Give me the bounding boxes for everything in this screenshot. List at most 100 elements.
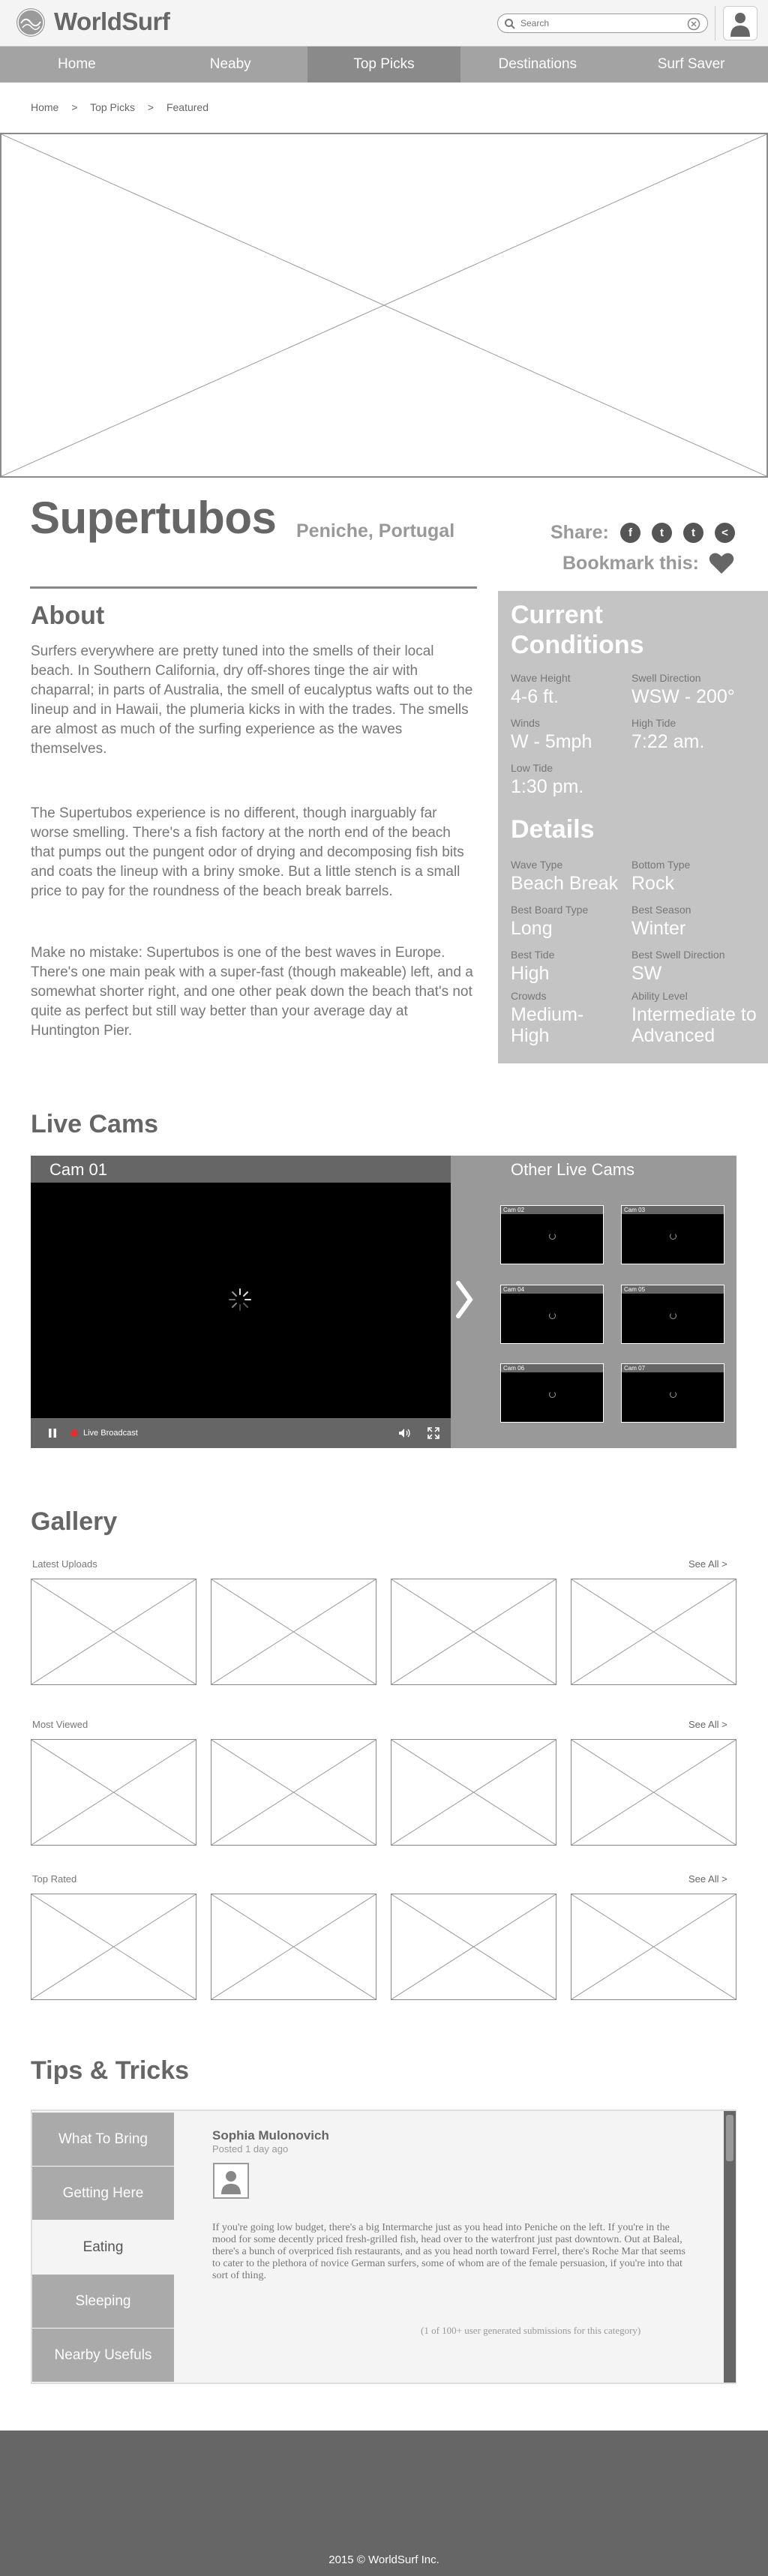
loading-spinner-icon xyxy=(670,1233,676,1240)
bottom-type-value: Rock xyxy=(632,873,674,894)
swell-direction-label: Swell Direction xyxy=(632,672,701,684)
loading-spinner-icon xyxy=(670,1312,676,1319)
main-nav: Home Neaby Top Picks Destinations Surf S… xyxy=(0,46,768,82)
fullscreen-icon[interactable] xyxy=(428,1427,440,1439)
submission-count: (1 of 100+ user generated submissions fo… xyxy=(421,2325,641,2336)
heart-icon[interactable] xyxy=(709,552,734,574)
gallery-section-label: Top Rated xyxy=(32,1873,77,1885)
live-broadcast-label: Live Broadcast xyxy=(83,1429,138,1438)
chevron-right-icon[interactable] xyxy=(455,1281,473,1318)
tab-what-to-bring[interactable]: What To Bring xyxy=(32,2113,174,2166)
loading-spinner-icon xyxy=(549,1233,556,1240)
nav-home[interactable]: Home xyxy=(0,46,154,82)
user-avatar-icon[interactable] xyxy=(723,6,758,40)
high-tide-value: 7:22 am. xyxy=(632,731,705,752)
loading-spinner-icon xyxy=(670,1391,676,1398)
see-all-link[interactable]: See All > xyxy=(688,1719,728,1730)
search-input[interactable] xyxy=(520,17,678,29)
gallery-image[interactable] xyxy=(211,1894,376,2000)
live-cams-heading: Live Cams xyxy=(31,1110,159,1138)
cam-thumbnail[interactable]: Cam 07 xyxy=(621,1363,724,1423)
nav-destinations[interactable]: Destinations xyxy=(460,46,614,82)
tips-heading: Tips & Tricks xyxy=(31,2056,190,2085)
nav-top-picks[interactable]: Top Picks xyxy=(307,46,461,82)
gallery-image[interactable] xyxy=(571,1894,736,2000)
best-swell-value: SW xyxy=(632,963,662,984)
twitter-share-icon[interactable]: t xyxy=(652,523,672,543)
see-all-link[interactable]: See All > xyxy=(688,1873,728,1885)
cam-thumbnail-label: Cam 05 xyxy=(622,1285,724,1294)
loading-spinner-icon xyxy=(549,1312,556,1319)
breadcrumb-top-picks[interactable]: Top Picks xyxy=(90,101,135,113)
tab-nearby-usefuls[interactable]: Nearby Usefuls xyxy=(32,2329,174,2382)
tips-scrollbar-thumb[interactable] xyxy=(726,2115,734,2161)
facebook-share-icon[interactable]: f xyxy=(620,523,640,543)
search-icon xyxy=(504,18,516,30)
tumblr-share-icon[interactable]: t xyxy=(683,523,704,543)
cam-thumbnail[interactable]: Cam 05 xyxy=(621,1285,724,1344)
cam-thumbnail[interactable]: Cam 06 xyxy=(500,1363,604,1423)
cam-thumbnail[interactable]: Cam 04 xyxy=(500,1285,604,1344)
spot-location: Peniche, Portugal xyxy=(296,520,455,541)
about-paragraph: Make no mistake: Supertubos is one of th… xyxy=(31,945,473,1039)
bookmark-label: Bookmark this: xyxy=(562,553,699,574)
about-paragraph: Surfers everywhere are pretty tuned into… xyxy=(31,643,473,757)
main-cam-name: Cam 01 xyxy=(50,1160,108,1179)
brand-name[interactable]: WorldSurf xyxy=(54,7,170,36)
details-heading: Details xyxy=(511,815,595,844)
tip-author-avatar-icon[interactable] xyxy=(213,2163,249,2199)
gallery-image[interactable] xyxy=(391,1739,556,1846)
cam-thumbnail[interactable]: Cam 02 xyxy=(500,1205,604,1264)
live-indicator-icon xyxy=(70,1429,78,1437)
tip-author[interactable]: Sophia Mulonovich xyxy=(212,2128,329,2143)
gallery-section-label: Most Viewed xyxy=(32,1719,88,1730)
volume-icon[interactable] xyxy=(398,1428,412,1438)
tab-sleeping[interactable]: Sleeping xyxy=(32,2275,174,2328)
gallery-image[interactable] xyxy=(31,1894,196,2000)
search-box[interactable] xyxy=(497,13,708,33)
gallery-image[interactable] xyxy=(571,1739,736,1846)
copyright: 2015 © WorldSurf Inc. xyxy=(328,2554,440,2566)
loading-spinner-icon xyxy=(549,1391,556,1398)
see-all-link[interactable]: See All > xyxy=(688,1558,728,1570)
gallery-image[interactable] xyxy=(211,1739,376,1846)
wave-height-value: 4-6 ft. xyxy=(511,686,559,707)
gallery-image[interactable] xyxy=(391,1579,556,1685)
cam-thumbnail-label: Cam 07 xyxy=(622,1364,724,1372)
gallery-image[interactable] xyxy=(571,1579,736,1685)
tab-eating[interactable]: Eating xyxy=(32,2221,174,2274)
gallery-image[interactable] xyxy=(31,1739,196,1846)
high-tide-label: High Tide xyxy=(632,717,676,729)
wave-type-value: Beach Break xyxy=(511,873,619,894)
low-tide-value: 1:30 pm. xyxy=(511,776,584,797)
breadcrumb-home[interactable]: Home xyxy=(31,101,58,113)
cam-thumbnail-label: Cam 02 xyxy=(501,1206,603,1214)
tip-body: If you're going low budget, there's a bi… xyxy=(212,2222,686,2281)
gallery-image[interactable] xyxy=(391,1894,556,2000)
tab-getting-here[interactable]: Getting Here xyxy=(32,2167,174,2220)
loading-spinner-icon xyxy=(227,1287,253,1312)
best-tide-label: Best Tide xyxy=(511,949,555,961)
clear-search-icon[interactable] xyxy=(687,17,700,31)
wave-type-label: Wave Type xyxy=(511,859,563,871)
spot-title: Supertubos xyxy=(30,493,277,543)
pause-icon[interactable] xyxy=(48,1428,57,1438)
logo-icon[interactable] xyxy=(16,8,45,37)
about-heading: About xyxy=(31,601,105,630)
share-icon[interactable]: < xyxy=(715,523,735,543)
gallery-image[interactable] xyxy=(211,1579,376,1685)
board-type-value: Long xyxy=(511,918,553,939)
nav-surf-saver[interactable]: Surf Saver xyxy=(614,46,768,82)
ability-value: Intermediate to Advanced xyxy=(632,1004,757,1046)
other-cams-heading: Other Live Cams xyxy=(511,1160,635,1179)
gallery-image[interactable] xyxy=(31,1579,196,1685)
tip-timestamp: Posted 1 day ago xyxy=(212,2143,289,2155)
breadcrumb-separator: > xyxy=(147,101,154,113)
cam-thumbnail[interactable]: Cam 03 xyxy=(621,1205,724,1264)
gallery-heading: Gallery xyxy=(31,1507,118,1536)
swell-direction-value: WSW - 200° xyxy=(632,686,735,707)
best-swell-label: Best Swell Direction xyxy=(632,949,725,961)
breadcrumb-featured: Featured xyxy=(166,101,209,113)
nav-nearby[interactable]: Neaby xyxy=(154,46,308,82)
conditions-panel: Current Conditions Wave Height 4-6 ft. S… xyxy=(498,591,768,1063)
